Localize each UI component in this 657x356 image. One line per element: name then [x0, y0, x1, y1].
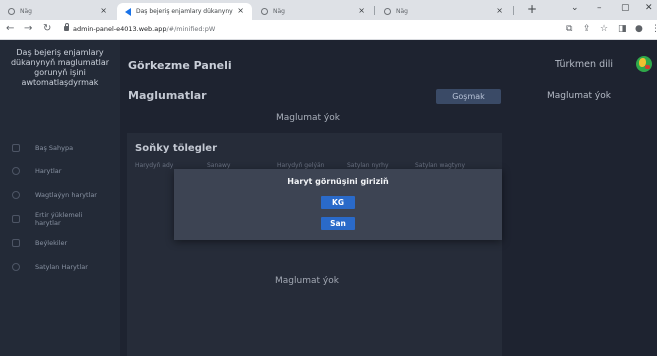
sidebar-item-products[interactable]: Harytlar — [0, 160, 120, 182]
globe-icon — [384, 8, 391, 15]
globe-icon — [8, 8, 15, 15]
browser-tab-bar: Näg × Daş bejeriş enjamlary dükanyny × N… — [0, 0, 657, 20]
dialog-title: Haryt görnüşini giriziň — [287, 177, 389, 186]
sidebar-item-label: Harytlar — [35, 167, 62, 175]
sidebar-item-label: Baş Sahypa — [35, 144, 74, 152]
sidebar-item-others[interactable]: Beýlekiler — [0, 232, 120, 254]
share-icon[interactable]: ⇪ — [583, 24, 591, 34]
maximize-icon[interactable]: ▢ — [621, 3, 630, 13]
browser-tab-4[interactable]: Näg × — [376, 3, 511, 20]
sidebar-brand: Daş bejeriş enjamlary dükanynyň maglumat… — [10, 48, 110, 87]
close-icon[interactable]: × — [358, 6, 365, 15]
sidebar: Daş bejeriş enjamlary dükanynyň maglumat… — [0, 40, 120, 356]
unit-type-dialog: Haryt görnüşini giriziň KG San — [174, 169, 502, 240]
turkmenistan-globe-icon[interactable] — [636, 56, 652, 72]
menu-dots-icon[interactable]: ⋮ — [651, 24, 657, 34]
new-tab-plus-icon[interactable]: + — [527, 2, 537, 16]
browser-tab-1[interactable]: Näg × — [0, 3, 115, 20]
forward-arrow-icon[interactable]: → — [24, 23, 32, 34]
sidebar-item-label: Beýlekiler — [35, 239, 68, 247]
tab-separator — [513, 6, 514, 15]
box-icon — [12, 167, 20, 175]
sidebar-item-label: Ertir ýüklemeli harytlar — [35, 211, 83, 227]
grid-icon — [12, 239, 20, 247]
add-button[interactable]: Goşmak — [436, 89, 501, 104]
clock-icon — [12, 191, 20, 199]
profile-icon[interactable]: ● — [635, 24, 643, 34]
kg-option-button[interactable]: KG — [321, 196, 355, 209]
minimize-icon[interactable]: – — [597, 3, 602, 13]
page-title: Görkezme Paneli — [128, 59, 232, 72]
sidebar-item-label: Satylan Harytlar — [35, 263, 88, 271]
sidepanel-icon[interactable]: ◨ — [618, 24, 627, 34]
tab-title: Näg — [396, 8, 408, 15]
truck-icon — [12, 215, 20, 223]
tab-separator — [374, 6, 375, 15]
tab-title: Daş bejeriş enjamlary dükanyny — [136, 8, 233, 15]
back-arrow-icon[interactable]: ← — [6, 23, 14, 34]
sidebar-item-label: Wagtlaýyn harytlar — [35, 191, 97, 199]
close-icon[interactable]: × — [237, 6, 244, 15]
piece-option-button[interactable]: San — [321, 217, 355, 230]
sidebar-item-tomorrow-products[interactable]: Ertir ýüklemeli harytlar — [0, 208, 120, 230]
card-title: Soňky tölegler — [135, 143, 218, 154]
browser-tab-active[interactable]: Daş bejeriş enjamlary dükanyny × — [117, 3, 252, 20]
bookmark-star-icon[interactable]: ☆ — [600, 24, 608, 34]
tab-title: Näg — [20, 8, 32, 15]
home-icon — [12, 144, 20, 152]
app-favicon-icon — [125, 7, 131, 16]
translate-icon[interactable]: ⧉ — [566, 24, 572, 34]
right-panel-empty-text: Maglumat ýok — [547, 91, 611, 101]
tab-title: Näg — [273, 8, 285, 15]
column-header: Sanawy — [207, 162, 231, 169]
column-header: Harydyň ady — [135, 162, 174, 169]
url-path: /#/minified:pW — [166, 25, 216, 33]
recent-payments-card: Soňky tölegler Harydyň ady Sanawy Harydy… — [127, 133, 502, 356]
lock-icon — [64, 23, 69, 31]
url-host: admin-panel-e4013.web.app — [73, 25, 167, 33]
window-close-icon[interactable]: ✕ — [645, 3, 653, 13]
reload-icon[interactable]: ↻ — [43, 23, 51, 34]
column-header: Harydyň gelýän — [277, 162, 325, 169]
close-icon[interactable]: × — [496, 6, 503, 15]
language-selector[interactable]: Türkmen dili — [555, 59, 613, 70]
column-header: Satylan nyrhy — [347, 162, 389, 169]
sidebar-item-sold-products[interactable]: Satylan Harytlar — [0, 256, 120, 278]
column-header: Satylan wagtyny — [415, 162, 466, 169]
sidebar-item-home[interactable]: Baş Sahypa — [0, 137, 120, 159]
section-title: Maglumatlar — [128, 89, 207, 102]
url-field[interactable]: admin-panel-e4013.web.app/#/minified:pW — [73, 25, 215, 33]
empty-state-text: Maglumat ýok — [275, 276, 339, 286]
close-icon[interactable]: × — [100, 6, 107, 15]
tab-search-chevron-icon[interactable]: ⌄ — [571, 3, 579, 13]
empty-state-text: Maglumat ýok — [276, 113, 340, 123]
globe-icon — [261, 8, 268, 15]
cart-icon — [12, 263, 20, 271]
sidebar-item-temporary-products[interactable]: Wagtlaýyn harytlar — [0, 184, 120, 206]
browser-tab-3[interactable]: Näg × — [253, 3, 373, 20]
browser-address-bar: ← → ↻ admin-panel-e4013.web.app/#/minifi… — [0, 20, 657, 40]
